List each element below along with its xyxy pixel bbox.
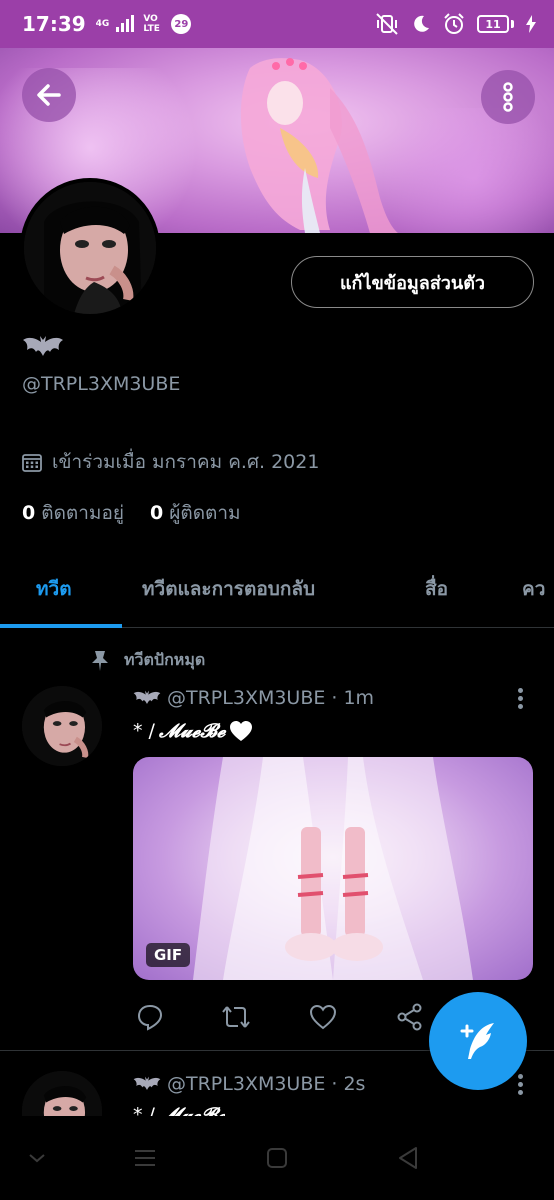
tweet-text-prefix: * / xyxy=(133,720,155,742)
display-name-bat-emoji xyxy=(22,334,64,364)
tweet-gif-media[interactable]: GIF xyxy=(133,757,533,980)
tab-tweets[interactable]: ทวีต xyxy=(36,574,72,604)
following-link[interactable]: 0 ติดตามอยู่ xyxy=(22,498,124,528)
bat-icon xyxy=(23,336,63,356)
tweet-text-fancy: 𝓜𝓾𝓮𝓑𝓮 xyxy=(158,720,226,742)
vertical-dots-icon xyxy=(503,82,513,112)
profile-handle: @TRPL3XM3UBE xyxy=(22,373,181,395)
notification-count-badge: 29 xyxy=(171,14,192,34)
followers-count: 0 xyxy=(150,502,164,524)
tweet-header: @TRPL3XM3UBE · 1m xyxy=(133,687,374,709)
follow-stats: 0 ติดตามอยู่ 0 ผู้ติดตาม xyxy=(22,498,241,528)
battery-level: 11 xyxy=(477,15,509,33)
arrow-left-icon xyxy=(37,84,61,106)
menu-lines-icon xyxy=(135,1150,155,1166)
tweet-header: @TRPL3XM3UBE · 2s xyxy=(133,1073,365,1095)
joined-date-text: เข้าร่วมเมื่อ มกราคม ค.ศ. 2021 xyxy=(52,451,320,473)
bat-icon xyxy=(133,690,161,704)
more-options-button[interactable] xyxy=(481,70,535,124)
pinned-tweet-label: ทวีตปักหมุด xyxy=(90,648,205,673)
vibrate-off-icon xyxy=(376,13,398,35)
share-button[interactable] xyxy=(393,1000,427,1034)
edit-profile-button[interactable]: แก้ไขข้อมูลส่วนตัว xyxy=(291,256,534,308)
moon-icon xyxy=(414,15,429,32)
profile-avatar[interactable] xyxy=(20,178,160,318)
tweet-handle[interactable]: @TRPL3XM3UBE xyxy=(167,687,325,709)
avatar-photo xyxy=(22,686,102,766)
tab-tweets-and-replies[interactable]: ทวีตและการตอบกลับ xyxy=(142,574,315,604)
nav-back-button[interactable] xyxy=(388,1138,428,1178)
retweet-icon xyxy=(222,1006,250,1028)
white-heart-icon xyxy=(230,721,253,741)
chevron-down-icon xyxy=(29,1154,45,1163)
tweet-text-fancy: 𝓜𝓾𝓮𝓑𝓮 xyxy=(158,1104,226,1116)
tweet-text: * / 𝓜𝓾𝓮𝓑𝓮 xyxy=(133,1104,225,1116)
active-tab-indicator xyxy=(0,624,122,628)
tweet-time[interactable]: 2s xyxy=(343,1073,365,1095)
following-label: ติดตามอยู่ xyxy=(41,502,124,524)
like-button[interactable] xyxy=(306,1000,340,1034)
retweet-button[interactable] xyxy=(219,1000,253,1034)
followers-link[interactable]: 0 ผู้ติดตาม xyxy=(150,498,241,528)
tab-likes[interactable]: คว xyxy=(522,574,545,604)
tab-media[interactable]: สื่อ xyxy=(425,574,448,604)
alarm-icon xyxy=(444,13,464,34)
share-icon xyxy=(397,1003,422,1031)
gif-badge: GIF xyxy=(146,943,191,967)
back-button[interactable] xyxy=(22,68,76,122)
nav-hide-button[interactable] xyxy=(17,1138,57,1178)
status-bar: 17:39 4G VO LTE 29 11 xyxy=(0,0,554,48)
square-icon xyxy=(267,1148,287,1168)
signal-icon xyxy=(116,15,135,32)
reply-button[interactable] xyxy=(133,1000,167,1034)
nav-home-button[interactable] xyxy=(257,1138,297,1178)
calendar-icon xyxy=(22,454,42,472)
tweet-menu-button[interactable] xyxy=(515,688,525,709)
profile-tabs: ทวีต ทวีตและการตอบกลับ สื่อ คว xyxy=(0,560,554,628)
charging-icon xyxy=(526,15,536,33)
compose-tweet-button[interactable] xyxy=(429,992,527,1090)
pin-icon xyxy=(92,650,108,671)
tweet-actions xyxy=(133,1000,433,1034)
pinned-label-text: ทวีตปักหมุด xyxy=(124,650,206,669)
status-time: 17:39 xyxy=(22,12,86,36)
tweet-dot: · xyxy=(331,1073,338,1095)
joined-date: เข้าร่วมเมื่อ มกราคม ค.ศ. 2021 xyxy=(22,447,319,477)
tweet-menu-button[interactable] xyxy=(515,1074,525,1095)
compose-feather-icon xyxy=(460,1023,494,1059)
tweet-dot: · xyxy=(331,687,338,709)
avatar-photo xyxy=(24,182,156,314)
gif-illustration xyxy=(193,757,473,980)
followers-label: ผู้ติดตาม xyxy=(169,502,241,524)
volte-indicator: VO LTE xyxy=(143,14,160,34)
tweet-text-prefix: * / xyxy=(133,1104,155,1116)
network-type: 4G xyxy=(95,18,110,29)
avatar-photo xyxy=(22,1071,102,1116)
tweet-text: * / 𝓜𝓾𝓮𝓑𝓮 xyxy=(133,720,253,742)
following-count: 0 xyxy=(22,502,36,524)
tweet-handle[interactable]: @TRPL3XM3UBE xyxy=(167,1073,325,1095)
nav-recents-button[interactable] xyxy=(125,1138,165,1178)
tweet-author-avatar[interactable] xyxy=(22,686,102,766)
tweet-time[interactable]: 1m xyxy=(343,687,374,709)
triangle-back-icon xyxy=(399,1147,417,1169)
tweet-author-avatar[interactable] xyxy=(22,1071,102,1116)
battery-indicator: 11 xyxy=(477,15,514,33)
system-navigation-bar xyxy=(0,1116,554,1200)
heart-icon xyxy=(309,1004,337,1030)
bat-icon xyxy=(133,1076,161,1090)
reply-icon xyxy=(137,1004,163,1031)
